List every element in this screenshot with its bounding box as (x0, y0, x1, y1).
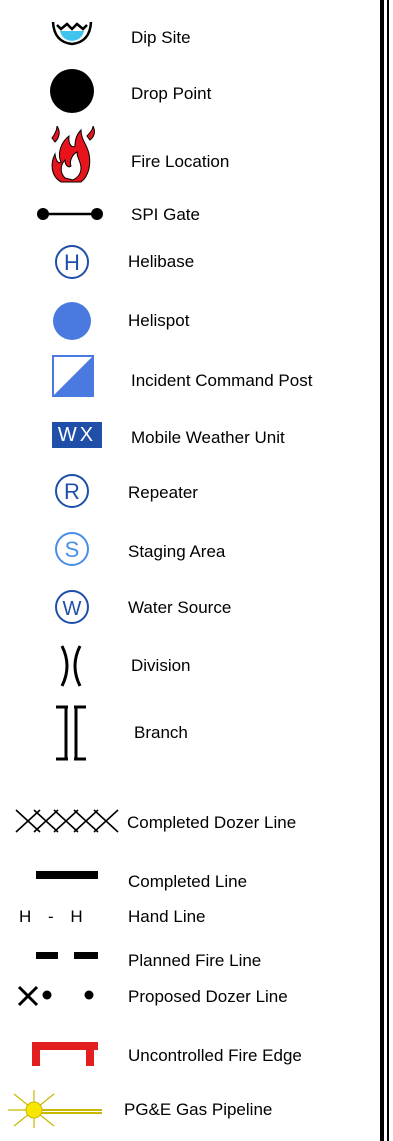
legend-label: PG&E Gas Pipeline (124, 1100, 273, 1119)
legend-item-drop-point: Drop Point (0, 68, 380, 118)
legend-item-spi-gate: SPI Gate (0, 204, 380, 228)
legend-label: Helibase (128, 252, 195, 271)
legend-label: Helispot (128, 311, 190, 330)
legend-label: Repeater (128, 483, 198, 502)
legend-item-branch: Branch (0, 705, 380, 761)
legend-label: Planned Fire Line (128, 951, 262, 970)
legend-label: SPI Gate (131, 205, 200, 224)
branch-icon (56, 705, 86, 761)
legend-label: Water Source (128, 598, 232, 617)
water-source-icon: W (55, 590, 89, 624)
svg-text:H: H (64, 250, 80, 275)
helibase-icon: H (55, 245, 89, 279)
legend-label: Completed Line (128, 872, 248, 891)
legend-label: Staging Area (128, 542, 226, 561)
uncontrolled-fire-edge-icon (32, 1042, 98, 1066)
proposed-dozer-line-icon (17, 985, 94, 1007)
legend-label: Completed Dozer Line (127, 813, 297, 832)
legend-item-helibase: H Helibase (0, 244, 380, 284)
completed-line-icon (36, 871, 98, 879)
hand-line-icon: H - H (19, 907, 83, 926)
legend-label: Uncontrolled Fire Edge (128, 1046, 302, 1065)
spi-gate-icon (37, 208, 103, 220)
legend-item-uncontrolled-fire-edge: Uncontrolled Fire Edge (0, 1042, 380, 1072)
legend-item-planned-fire-line: Planned Fire Line (0, 949, 380, 973)
repeater-icon: R (55, 474, 89, 508)
legend-label: Hand Line (128, 907, 206, 926)
legend-label: Fire Location (131, 152, 230, 171)
icp-icon (52, 355, 94, 397)
legend-item-water-source: W Water Source (0, 589, 380, 625)
legend-label: Incident Command Post (131, 371, 313, 390)
legend-item-fire-location: Fire Location (0, 126, 380, 186)
legend-item-division: Division (0, 644, 380, 690)
legend-label: Mobile Weather Unit (131, 428, 285, 447)
legend-item-proposed-dozer-line: Proposed Dozer Line (0, 982, 380, 1012)
division-icon (60, 645, 82, 687)
gas-pipeline-icon (8, 1090, 102, 1128)
legend-item-completed-line: Completed Line (0, 868, 380, 892)
legend-item-repeater: R Repeater (0, 473, 380, 509)
legend-item-staging-area: S Staging Area (0, 531, 380, 567)
staging-area-icon: S (55, 532, 89, 566)
legend-item-icp: Incident Command Post (0, 355, 380, 399)
legend-item-helispot: Helispot (0, 301, 380, 341)
frame-right-border (380, 0, 393, 1141)
helispot-icon (53, 302, 91, 340)
dip-site-icon (51, 21, 93, 46)
legend-label: Division (131, 656, 191, 675)
fire-icon (51, 126, 95, 183)
legend-label: Drop Point (131, 84, 212, 103)
planned-fire-line-icon (36, 952, 98, 959)
legend-item-weather-unit: WX Mobile Weather Unit (0, 422, 380, 452)
svg-text:R: R (64, 479, 80, 504)
svg-text:W: W (63, 598, 82, 620)
weather-unit-icon: WX (52, 422, 102, 448)
drop-point-icon (50, 69, 94, 113)
legend-item-gas-pipeline: PG&E Gas Pipeline (0, 1090, 380, 1130)
legend-item-hand-line: H - H Hand Line (0, 906, 380, 930)
completed-dozer-line-icon (15, 809, 119, 833)
legend-label: Proposed Dozer Line (128, 987, 288, 1006)
legend-item-dip-site: Dip Site (0, 18, 380, 58)
legend-label: Branch (134, 723, 188, 742)
svg-text:S: S (65, 537, 80, 562)
legend-label: Dip Site (131, 28, 191, 47)
legend-item-completed-dozer-line: Completed Dozer Line (0, 808, 380, 838)
